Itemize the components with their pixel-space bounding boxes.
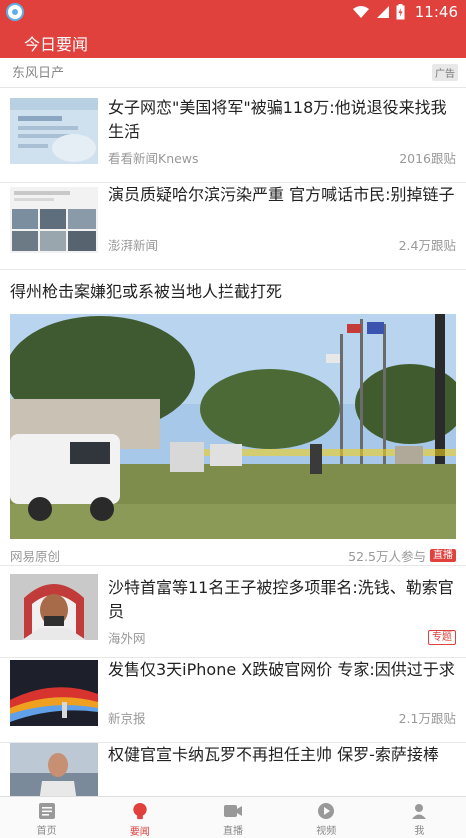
phone-screenshot-thumbnail <box>10 98 98 164</box>
comment-count: 2.1万跟贴 <box>399 708 456 727</box>
ad-source: 东风日产 <box>12 66 65 81</box>
nav-label: 我 <box>414 826 425 837</box>
status-bar: 11:46 <box>0 0 466 24</box>
comment-count-text: 2016跟贴 <box>399 151 456 166</box>
video-camera-icon <box>224 805 242 817</box>
nav-video[interactable]: 视频 <box>280 797 373 838</box>
saudi-prince-portrait <box>10 574 98 640</box>
news-source: 看看新闻Knews <box>108 151 199 166</box>
news-title: 权健官宣卡纳瓦罗不再担任主帅 保罗-索萨接棒 <box>108 745 439 764</box>
participation-count: 52.5万人参与 <box>348 549 426 564</box>
news-title: 发售仅3天iPhone X跌破官网价 专家:因供过于求 <box>108 660 455 679</box>
news-title: 女子网恋"美国将军"被骗118万:他说退役来找我生活 <box>108 98 447 141</box>
news-source: 澎湃新闻 <box>108 238 159 253</box>
bottom-navigation: 首页 要闻 直播 视频 我 <box>0 796 466 838</box>
nav-label: 要闻 <box>129 827 150 838</box>
city-photos-thumbnail <box>10 187 98 253</box>
news-title: 沙特首富等11名王子被控多项罪名:洗钱、勒索官员 <box>108 578 454 621</box>
page-title: 今日要闻 <box>24 35 89 54</box>
news-feed[interactable]: 东风日产 广告 女子网恋"美国将军"被骗118万:他说退役来找我生活 看看新闻K… <box>0 58 466 796</box>
news-item[interactable]: 发售仅3天iPhone X跌破官网价 专家:因供过于求 新京报 2.1万跟贴 <box>0 658 466 743</box>
nav-headlines[interactable]: 要闻 <box>93 797 186 838</box>
participation-meta: 52.5万人参与 直播 <box>348 546 456 565</box>
news-item[interactable]: 女子网恋"美国将军"被骗118万:他说退役来找我生活 看看新闻Knews 201… <box>0 88 466 183</box>
crime-scene-photo <box>10 314 456 539</box>
ad-badge: 广告 <box>432 64 458 81</box>
status-indicators: 11:46 <box>352 2 458 22</box>
news-item[interactable]: 演员质疑哈尔滨污染严重 官方喊话市民:别掉链子 澎湃新闻 2.4万跟贴 <box>0 183 466 270</box>
news-item[interactable]: 权健官宣卡纳瓦罗不再担任主帅 保罗-索萨接棒 <box>0 743 466 796</box>
status-time: 11:46 <box>414 3 458 21</box>
signal-icon <box>376 6 389 18</box>
play-icon <box>318 803 335 819</box>
bulb-icon <box>133 802 147 820</box>
nav-label: 首页 <box>36 826 57 837</box>
topic-meta: 专题 <box>428 630 456 645</box>
app-header: 今日要闻 <box>0 24 466 58</box>
nav-label: 视频 <box>316 826 337 837</box>
news-source: 网易原创 <box>10 549 61 564</box>
news-source: 海外网 <box>108 631 146 646</box>
home-news-icon <box>38 803 55 819</box>
nav-label: 直播 <box>223 826 243 837</box>
comment-count-text: 2.4万跟贴 <box>398 238 456 253</box>
app-notification-icon <box>6 3 24 21</box>
news-title: 演员质疑哈尔滨污染严重 官方喊话市民:别掉链子 <box>108 185 455 204</box>
nav-me[interactable]: 我 <box>373 797 466 838</box>
ad-row[interactable]: 东风日产 广告 <box>0 58 466 88</box>
nav-home[interactable]: 首页 <box>0 797 93 838</box>
nav-live[interactable]: 直播 <box>186 797 279 838</box>
person-icon <box>412 804 427 819</box>
battery-charging-icon <box>396 4 405 20</box>
live-badge: 直播 <box>430 549 456 562</box>
iphone-launch-thumbnail <box>10 660 98 726</box>
featured-news-item[interactable]: 得州枪击案嫌犯或系被当地人拦截打死 网易原创 52.5万人参与 直播 <box>0 270 466 566</box>
topic-badge: 专题 <box>428 630 456 645</box>
comment-count: 2.4万跟贴 <box>399 235 456 254</box>
news-item[interactable]: 沙特首富等11名王子被控多项罪名:洗钱、勒索官员 海外网 专题 <box>0 566 466 658</box>
wifi-icon <box>352 6 369 18</box>
coach-photo-thumbnail <box>10 743 98 796</box>
news-source: 新京报 <box>108 711 146 726</box>
comment-count: 2016跟贴 <box>399 148 456 167</box>
comment-count-text: 2.1万跟贴 <box>398 711 456 726</box>
news-title: 得州枪击案嫌犯或系被当地人拦截打死 <box>10 282 283 301</box>
